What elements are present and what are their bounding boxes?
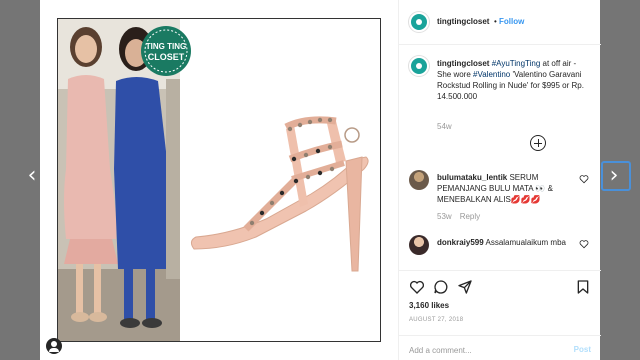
tingtingcloset-logo: TING TING CLOSET: [140, 25, 192, 77]
comment-input[interactable]: [409, 343, 559, 357]
load-more-comments-icon[interactable]: [530, 135, 546, 151]
avatar[interactable]: [409, 235, 429, 255]
separator-dot: •: [494, 17, 497, 26]
avatar[interactable]: [409, 56, 429, 76]
hashtag-link[interactable]: #AyuTingTing: [492, 59, 541, 68]
bookmark-icon[interactable]: [575, 279, 591, 295]
comment-composer: Post: [399, 335, 601, 360]
post-header: tingtingcloset • Follow: [399, 0, 601, 45]
share-icon[interactable]: [457, 279, 473, 295]
post-date[interactable]: AUGUST 27, 2018: [409, 317, 463, 323]
svg-text:TING TING: TING TING: [146, 42, 186, 51]
post-side-panel: tingtingcloset • Follow tingtingcloset #…: [398, 0, 601, 360]
comment-username[interactable]: bulumataku_lentik: [437, 173, 507, 182]
hashtag-link[interactable]: #Valentino: [473, 70, 510, 79]
speech-bubble-icon[interactable]: [433, 279, 449, 295]
caption-text: tingtingcloset #AyuTingTing at off air -…: [437, 58, 609, 102]
heart-icon[interactable]: [409, 279, 425, 295]
heart-icon[interactable]: [579, 239, 589, 249]
avatar[interactable]: [409, 170, 429, 190]
comment-emoji: 💋💋💋: [510, 195, 541, 204]
follow-button[interactable]: Follow: [499, 17, 524, 26]
heart-icon[interactable]: [579, 174, 589, 184]
svg-text:CLOSET: CLOSET: [148, 52, 185, 62]
post-media: TING TING CLOSET: [40, 0, 398, 360]
caption-username[interactable]: tingtingcloset: [437, 59, 489, 68]
tagged-users-icon[interactable]: [46, 338, 62, 354]
post-modal: TING TING CLOSET tingtingcloset • Follow…: [40, 0, 601, 360]
comment-timestamp[interactable]: 53w: [437, 212, 452, 221]
previous-post-arrow[interactable]: ‹: [22, 163, 42, 189]
header-username[interactable]: tingtingcloset: [437, 17, 489, 26]
comment-text: donkraiy599 Assalamualaikum mba: [437, 237, 587, 248]
next-post-arrow[interactable]: ›: [604, 163, 624, 189]
post-actions: 3,160 likes AUGUST 27, 2018 Post: [399, 270, 601, 360]
like-count[interactable]: 3,160 likes: [409, 301, 449, 310]
comment-meta: 53w Reply: [437, 212, 488, 221]
comment-text: bulumataku_lentik SERUM PEMANJANG BULU M…: [437, 172, 587, 205]
nude-rockstud-heel: [186, 99, 376, 279]
caption-line1: at off air -: [540, 59, 577, 68]
caption-timestamp[interactable]: 54w: [437, 122, 452, 131]
caption-line2-prefix: She wore: [437, 70, 474, 79]
post-button[interactable]: Post: [574, 345, 591, 354]
post-image: TING TING CLOSET: [57, 18, 381, 342]
avatar[interactable]: [409, 12, 429, 32]
reply-button[interactable]: Reply: [460, 212, 480, 221]
comment-body: Assalamualaikum mba: [483, 238, 566, 247]
comment-username[interactable]: donkraiy599: [437, 238, 484, 247]
